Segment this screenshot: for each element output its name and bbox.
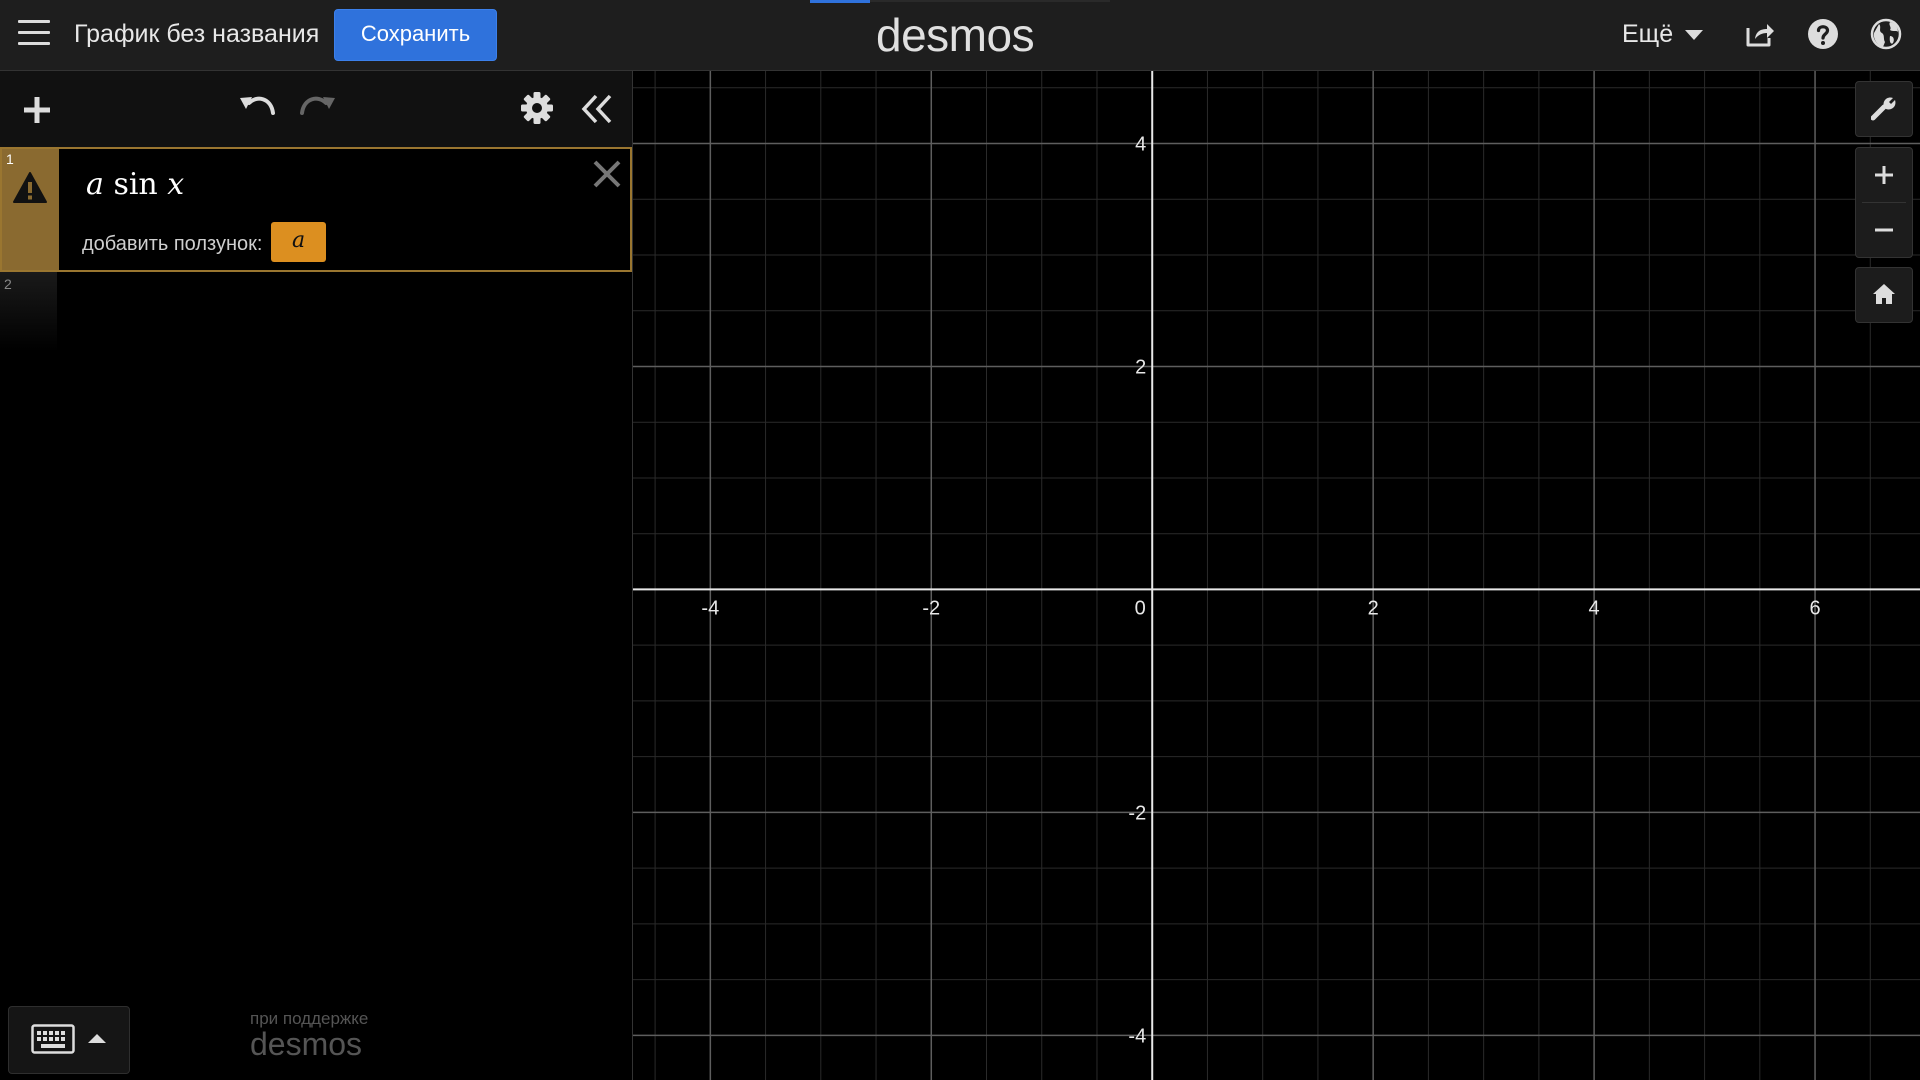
graph-settings-control <box>1855 81 1913 137</box>
top-header: График без названия Сохранить desmos Ещё <box>0 0 1920 71</box>
add-slider-label: добавить ползунок: <box>82 233 263 255</box>
x-tick-label: -2 <box>922 597 940 619</box>
x-tick-label: 2 <box>1368 597 1379 619</box>
y-tick-label: 2 <box>1135 356 1146 378</box>
chevron-up-icon <box>88 1034 106 1043</box>
formula-variable-x: x <box>167 167 185 202</box>
menu-icon[interactable] <box>18 20 50 48</box>
default-view-control <box>1855 267 1913 323</box>
graph-grid[interactable]: -4 -2 0 2 4 6 4 2 -2 -4 <box>633 71 1920 1080</box>
zoom-controls <box>1855 147 1913 258</box>
warning-icon[interactable] <box>12 171 48 205</box>
expression-gutter[interactable]: 2 <box>0 272 57 352</box>
collapse-icon[interactable] <box>580 93 614 125</box>
share-icon[interactable] <box>1744 18 1776 50</box>
expression-toolbar <box>0 71 632 147</box>
zoom-out-icon[interactable] <box>1856 203 1912 257</box>
expression-formula[interactable]: a sin x <box>86 167 184 202</box>
globe-icon[interactable] <box>1870 18 1902 50</box>
close-icon[interactable] <box>592 159 622 189</box>
x-tick-label: 0 <box>1135 597 1146 619</box>
expression-gutter[interactable]: 1 <box>2 149 59 270</box>
zoom-in-icon[interactable] <box>1856 148 1912 202</box>
x-tick-label: 6 <box>1809 597 1820 619</box>
y-tick-label: -2 <box>1128 802 1146 824</box>
formula-variable-a: a <box>86 167 104 202</box>
add-slider-button[interactable]: a <box>271 222 326 262</box>
expression-item[interactable]: 2 <box>0 272 632 352</box>
tab-indicator <box>810 0 870 3</box>
y-tick-label: 4 <box>1135 133 1146 155</box>
expression-index: 2 <box>4 276 12 292</box>
home-icon[interactable] <box>1856 268 1912 322</box>
x-tick-label: 4 <box>1589 597 1600 619</box>
powered-by-logo: desmos <box>250 1026 363 1062</box>
keyboard-toggle-button[interactable] <box>8 1006 130 1074</box>
x-tick-label: -4 <box>701 597 719 619</box>
settings-icon[interactable] <box>520 91 554 125</box>
save-button[interactable]: Сохранить <box>334 9 497 61</box>
redo-icon[interactable] <box>298 91 338 127</box>
help-icon[interactable] <box>1807 18 1839 50</box>
expression-index: 1 <box>6 151 14 167</box>
keyboard-icon <box>31 1024 75 1054</box>
chevron-down-icon <box>1685 30 1704 41</box>
desmos-logo: desmos <box>876 9 1035 61</box>
graph-canvas[interactable]: -4 -2 0 2 4 6 4 2 -2 -4 <box>633 71 1920 1080</box>
tab-indicator-track <box>870 0 1110 2</box>
y-tick-label: -4 <box>1128 1025 1146 1047</box>
undo-icon[interactable] <box>237 91 277 127</box>
powered-by-desmos[interactable]: при поддержке desmos <box>250 1009 368 1062</box>
graph-title[interactable]: График без названия <box>74 20 319 49</box>
more-menu-button[interactable]: Ещё <box>1622 20 1704 49</box>
wrench-icon[interactable] <box>1856 82 1912 136</box>
formula-function: sin <box>113 167 158 202</box>
more-menu-label: Ещё <box>1622 20 1674 48</box>
expression-item[interactable]: 1 a sin x добавить ползунок: a <box>0 147 632 272</box>
expression-panel: 1 a sin x добавить ползунок: a 2 при под… <box>0 71 633 1080</box>
add-icon[interactable] <box>22 95 52 125</box>
